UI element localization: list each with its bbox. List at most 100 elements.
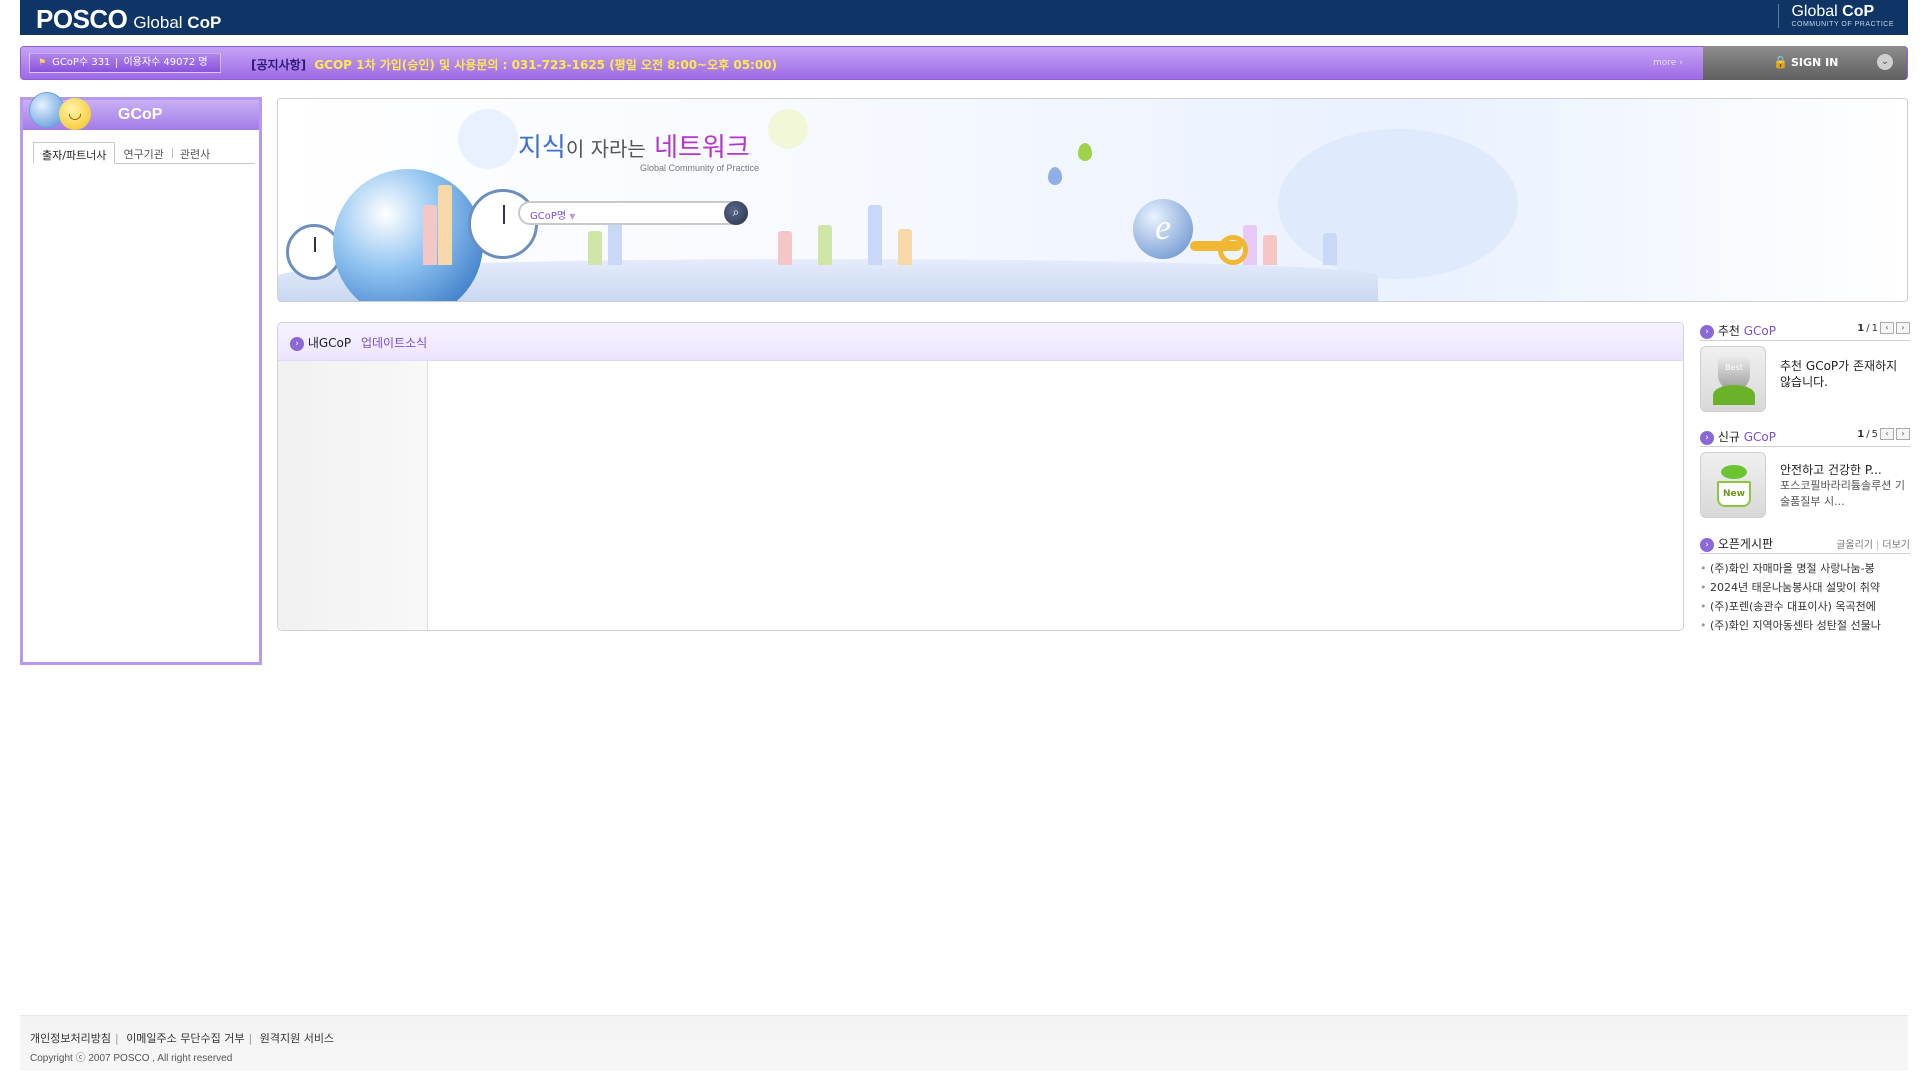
page-total: 5: [1871, 428, 1878, 440]
write-post-link[interactable]: 글올리기: [1836, 540, 1873, 551]
new-thumbnail[interactable]: New: [1700, 452, 1766, 518]
recommended-text: 추천 GCoP가 존재하지 않습니다.: [1780, 359, 1898, 389]
brand-posco: POSCO: [36, 4, 128, 34]
site-stats: ⚑ GCoP수 331 이용자수 49072 명: [29, 53, 221, 73]
prev-page-button[interactable]: ‹: [1880, 428, 1894, 440]
tab-research[interactable]: 연구기관: [115, 142, 171, 164]
new-item[interactable]: 안전하고 건강한 P... 포스코필바라리튬솔루션 기술품질부 시...: [1780, 462, 1910, 510]
arrow-circle-icon: ›: [1700, 324, 1714, 339]
banner-slogan: 지식이 자라는 네트워크: [518, 127, 750, 164]
top-header: POSCO Global CoP Global CoP COMMUNITY OF…: [20, 0, 1908, 35]
my-gcop-updates-panel: › 내GCoP 업데이트소식: [277, 322, 1684, 631]
brand-global-word: Global: [133, 13, 183, 32]
divider: [1700, 446, 1910, 447]
divider: |: [1876, 540, 1880, 551]
global-cop-logo: Global CoP COMMUNITY OF PRACTICE: [1778, 4, 1894, 28]
balloon-icon: [1048, 167, 1062, 185]
brand-cop-word: CoP: [187, 13, 222, 32]
building-shape: [438, 185, 452, 265]
slogan-part-1: 지식: [518, 133, 566, 163]
sign-in-button[interactable]: 🔒 SIGN IN ⌄: [1703, 46, 1907, 80]
prev-page-button[interactable]: ‹: [1880, 322, 1894, 334]
gcop-directory-panel: ◡ GCoP 출자/파트너사 연구기관 관련사: [20, 92, 262, 665]
laurel-icon: [1713, 385, 1755, 405]
divider: [1700, 553, 1910, 554]
tab-partners[interactable]: 출자/파트너사: [33, 142, 116, 164]
arrow-circle-icon: ›: [290, 336, 304, 351]
recommended-gcop: › 추천 GCoP 1/1 ‹ › Best 추천 GCoP가 존재하지 않습니…: [1700, 322, 1910, 417]
new-item-title[interactable]: 안전하고 건강한 P...: [1780, 462, 1910, 478]
balloon-icon: [1078, 143, 1092, 161]
directory-tabs: 출자/파트너사 연구기관 관련사: [33, 142, 255, 164]
logo-global-word: Global: [1791, 3, 1838, 20]
slogan-part-3: 네트워크: [654, 133, 750, 163]
page-current: 1: [1857, 322, 1865, 334]
building-shape: [588, 231, 602, 265]
dropdown-arrow-icon: ▼: [569, 212, 576, 221]
board-more-link[interactable]: 더보기: [1882, 540, 1910, 551]
notice-more-link[interactable]: more ›: [1653, 58, 1683, 68]
smiley-icon: ◡: [59, 98, 91, 130]
open-board: › 오픈게시판 글올리기|더보기 (주)화인 자매마을 명절 사랑나눔-봉 20…: [1700, 535, 1910, 645]
list-item[interactable]: (주)포렌(송관수 대표이사) 옥곡천에: [1700, 597, 1910, 616]
recommended-title-a: 추천: [1717, 324, 1740, 338]
best-badge-text: Best: [1725, 363, 1743, 372]
next-page-button[interactable]: ›: [1896, 428, 1910, 440]
copyright: Copyright ⓒ 2007 POSCO , All right reser…: [30, 1053, 233, 1064]
panel-title: GCoP: [118, 106, 163, 123]
search-icon[interactable]: ⌕: [724, 201, 748, 225]
notice-more-label: more: [1653, 58, 1677, 68]
building-shape: [778, 231, 792, 265]
cloud-shape: [768, 109, 808, 149]
recommended-thumbnail[interactable]: Best: [1700, 346, 1766, 412]
next-page-button[interactable]: ›: [1896, 322, 1910, 334]
key-icon: [1190, 235, 1248, 265]
list-item[interactable]: (주)화인 지역아동센타 성탄절 선물나: [1700, 616, 1910, 635]
building-shape: [608, 221, 622, 265]
email-policy-link[interactable]: 이메일주소 무단수집 거부: [126, 1032, 244, 1045]
notice-text[interactable]: GCOP 1차 가입(승인) 및 사용문의 : 031-723-1625 (평일…: [314, 58, 777, 72]
updates-sidebar: [278, 361, 428, 630]
footer: 개인정보처리방침 | 이메일주소 무단수집 거부 | 원격지원 서비스 Copyri…: [20, 1015, 1908, 1071]
lock-icon: 🔒: [1773, 55, 1788, 69]
building-shape: [1323, 233, 1337, 265]
sprout-icon: [1721, 465, 1747, 479]
e-globe-illustration: e: [1133, 199, 1193, 259]
flag-icon: ⚑: [38, 58, 47, 68]
panel-header: ◡ GCoP: [23, 92, 259, 130]
cloud-shape: [1278, 129, 1518, 279]
list-item[interactable]: 2024년 태운나눔봉사대 설맞이 취약: [1700, 578, 1910, 597]
tab-affiliates[interactable]: 관련사: [171, 142, 218, 164]
updates-title-sub[interactable]: 업데이트소식: [361, 336, 427, 350]
recommended-title-b: GCoP: [1743, 324, 1777, 338]
banner-subtitle: Global Community of Practice: [640, 163, 760, 173]
global-cop-logo-subtitle: COMMUNITY OF PRACTICE: [1791, 21, 1894, 28]
updates-header: › 내GCoP 업데이트소식: [278, 323, 1683, 361]
gcop-count: GCoP수 331: [52, 57, 111, 68]
new-title-b: GCoP: [1743, 430, 1777, 444]
building-shape: [898, 229, 912, 265]
notice-bar: ⚑ GCoP수 331 이용자수 49072 명 [공지사항] GCOP 1차 …: [20, 46, 1908, 80]
logo-cop-word: CoP: [1842, 3, 1875, 20]
notice-label: [공지사항]: [251, 58, 307, 72]
list-item[interactable]: (주)화인 자매마을 명절 사랑나눔-봉: [1700, 559, 1910, 578]
building-shape: [423, 205, 437, 265]
remote-support-link[interactable]: 원격지원 서비스: [260, 1032, 334, 1045]
open-board-list: (주)화인 자매마을 명절 사랑나눔-봉 2024년 태운나눔봉사대 설맞이 취…: [1700, 559, 1910, 635]
notice-ticker[interactable]: [공지사항] GCOP 1차 가입(승인) 및 사용문의 : 031-723-1…: [251, 56, 777, 73]
privacy-policy-link[interactable]: 개인정보처리방침: [30, 1032, 111, 1045]
posco-logo[interactable]: POSCO Global CoP: [36, 4, 221, 35]
open-board-actions: 글올리기 | 더보기: [1836, 536, 1910, 551]
new-badge: New: [1717, 481, 1751, 507]
hero-banner: 지식이 자라는 네트워크 Global Community of Practic…: [277, 98, 1908, 302]
chevron-down-icon[interactable]: ⌄: [1877, 54, 1893, 70]
search-type-select[interactable]: GCoP명 ▼: [530, 207, 575, 222]
divider: |: [248, 1032, 253, 1045]
new-item-desc: 포스코필바라리튬솔루션 기술품질부 시...: [1780, 479, 1905, 508]
building-shape: [868, 205, 882, 265]
brand-global-cop: Global CoP: [133, 13, 221, 33]
divider: [1700, 340, 1910, 341]
new-gcop: › 신규 GCoP 1/5 ‹ › New 안전하고 건강한 P... 포스코필…: [1700, 428, 1910, 523]
updates-title-main: 내GCoP: [307, 336, 352, 350]
gcop-search-box[interactable]: GCoP명 ▼ ⌕: [518, 201, 748, 225]
